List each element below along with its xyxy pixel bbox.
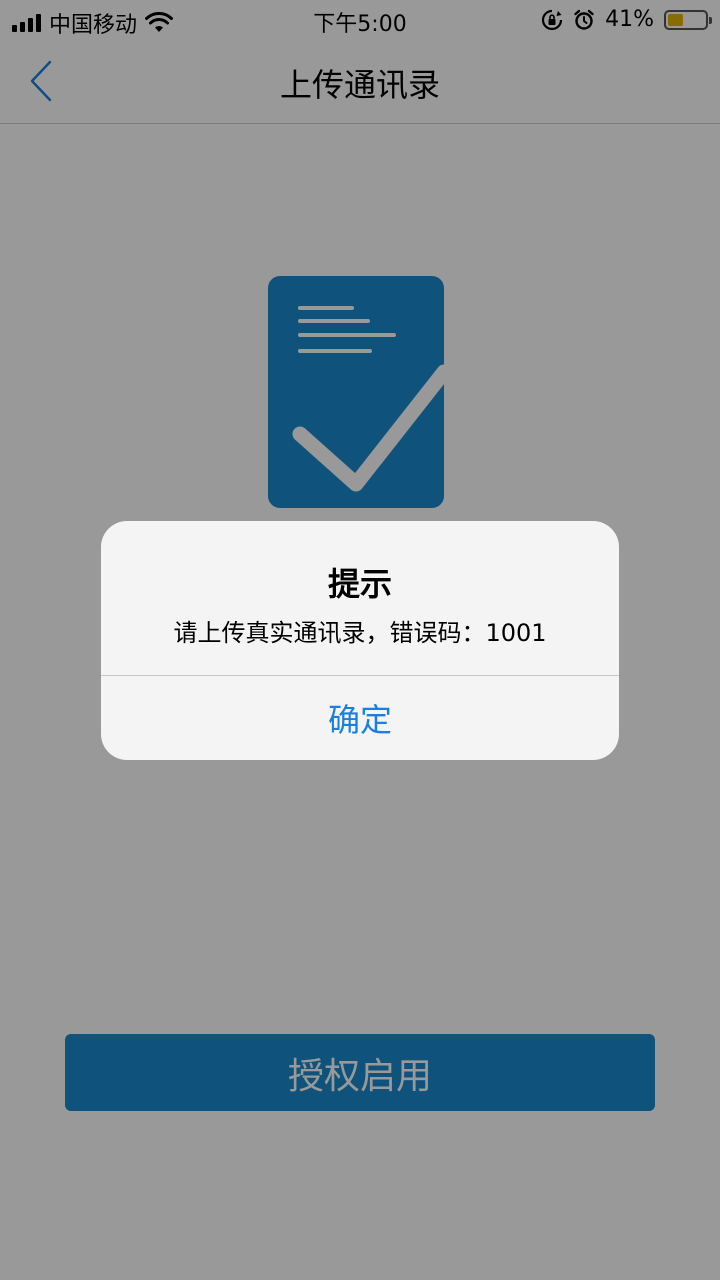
alert-message: 请上传真实通讯录，错误码：1001 xyxy=(173,619,547,647)
alert-title: 提示 xyxy=(327,565,392,603)
confirm-button[interactable]: 确定 xyxy=(101,676,619,760)
alert-dialog: 提示 请上传真实通讯录，错误码：1001 确定 xyxy=(101,521,619,760)
